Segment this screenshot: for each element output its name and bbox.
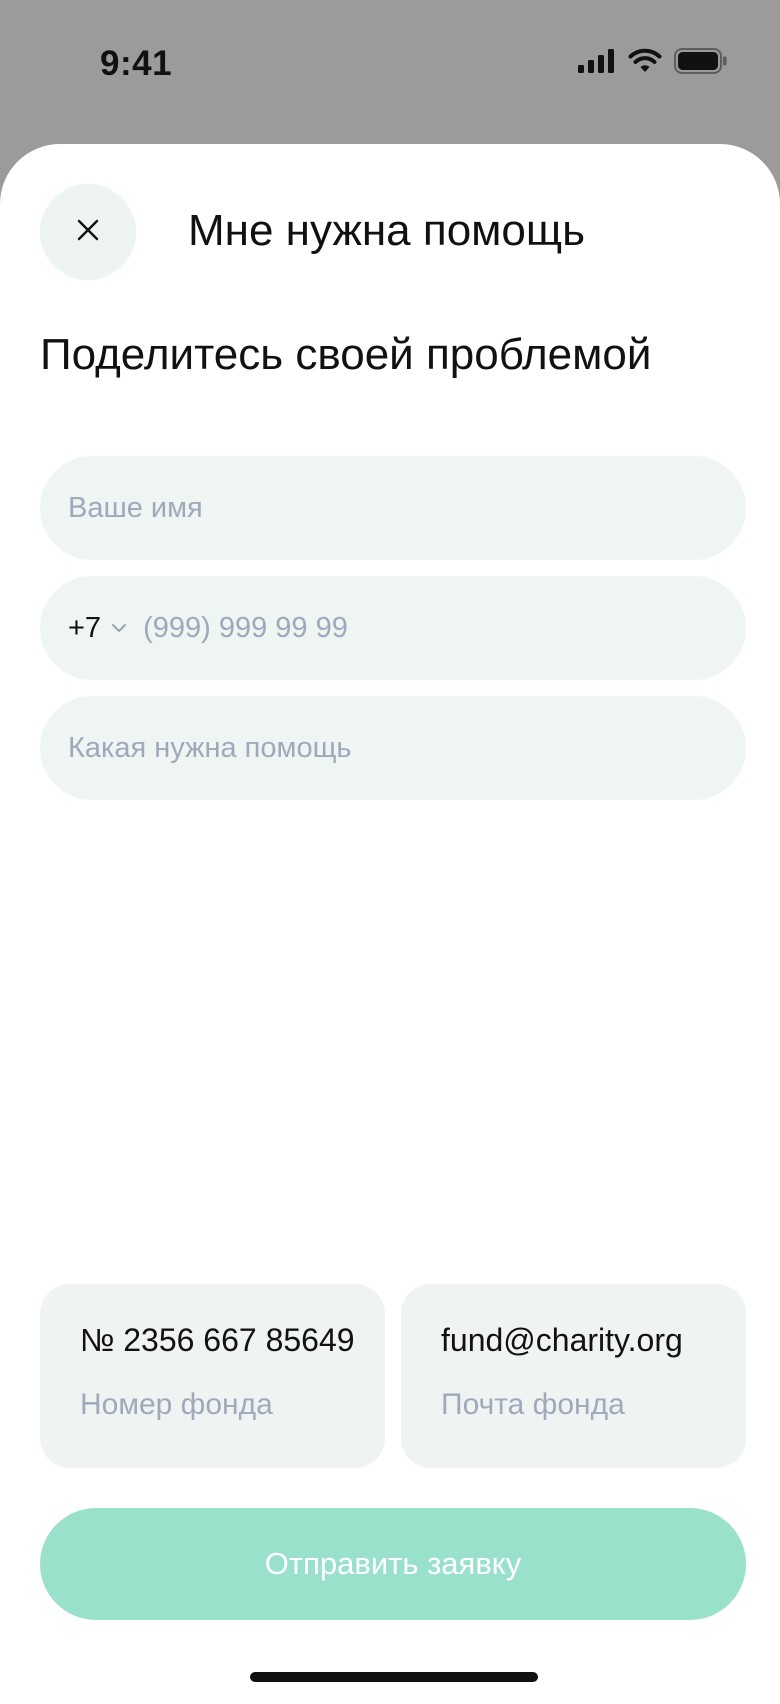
fund-number-card: № 2356 667 85649 Номер фонда: [40, 1284, 385, 1468]
phone-placeholder: (999) 999 99 99: [143, 611, 348, 644]
fund-number-value: № 2356 667 85649: [80, 1322, 355, 1358]
chevron-down-icon[interactable]: [111, 623, 127, 633]
submit-request-button[interactable]: Отправить заявку: [40, 1508, 746, 1620]
close-icon: [77, 219, 99, 246]
sheet-title: Мне нужна помощь: [188, 206, 586, 255]
fund-email-label: Почта фонда: [441, 1388, 625, 1421]
fund-email-card[interactable]: fund@charity.org Почта фонда: [401, 1284, 746, 1468]
form-heading: Поделитесь своей проблемой: [40, 330, 652, 379]
phone-screen: 9:41 Мне нужна помощь Поделитесь своей п…: [0, 0, 780, 1704]
help-request-sheet: Мне нужна помощь Поделитесь своей пробле…: [0, 144, 780, 1704]
fund-email-value: fund@charity.org: [441, 1322, 683, 1358]
name-placeholder: Ваше имя: [68, 491, 203, 524]
close-button[interactable]: [40, 184, 136, 280]
help-description-field[interactable]: Какая нужна помощь: [40, 696, 746, 800]
status-bar: 9:41: [0, 0, 780, 140]
help-placeholder: Какая нужна помощь: [68, 731, 352, 764]
country-code[interactable]: +7: [68, 612, 101, 645]
signal-icon: [578, 49, 616, 78]
status-icons: [578, 48, 728, 79]
wifi-icon: [628, 48, 662, 79]
fund-number-label: Номер фонда: [80, 1388, 273, 1421]
phone-field[interactable]: +7 (999) 999 99 99: [40, 576, 746, 680]
battery-icon: [674, 48, 728, 79]
status-time: 9:41: [100, 44, 173, 83]
home-indicator: [250, 1672, 538, 1682]
name-field[interactable]: Ваше имя: [40, 456, 746, 560]
